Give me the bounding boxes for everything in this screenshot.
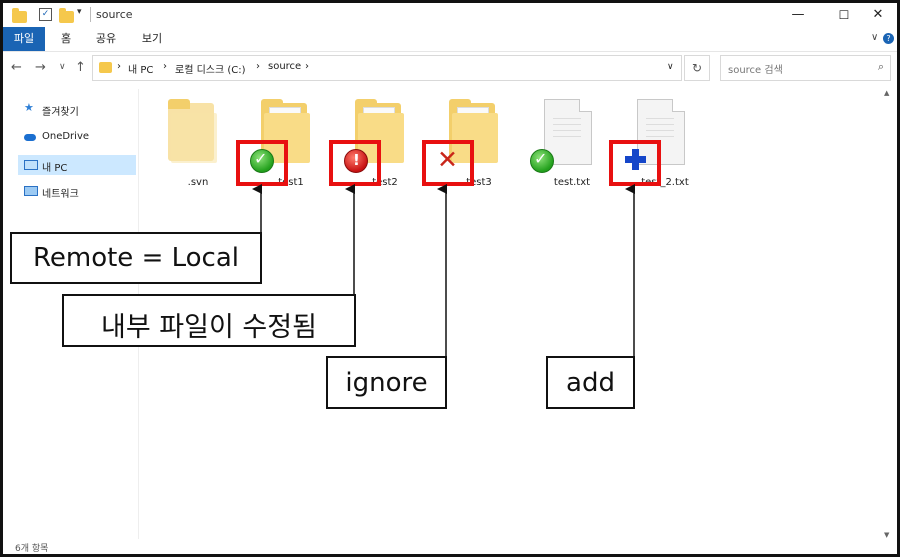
callout-text: Remote = Local [32,243,240,273]
callout-modified: 내부 파일이 수정됨 [62,294,356,347]
scroll-down-icon[interactable]: ▼ [884,531,889,539]
callout-text: add [566,368,615,398]
callout-text: ignore [345,368,428,398]
vertical-scrollbar[interactable]: ▲ ▼ [883,89,893,539]
callout-remote-local: Remote = Local [10,232,262,284]
callout-add: add [546,356,635,409]
explorer-window: ✓ ▾ source — ☐ ✕ 파일 홈 공유 보기 ∨ ? ← → ∨ ↑ … [0,0,900,557]
status-item-count: 6개 항목 [15,544,49,554]
callout-text: 내부 파일이 수정됨 [101,312,317,343]
scroll-up-icon[interactable]: ▲ [884,89,889,97]
callout-ignore: ignore [326,356,447,409]
